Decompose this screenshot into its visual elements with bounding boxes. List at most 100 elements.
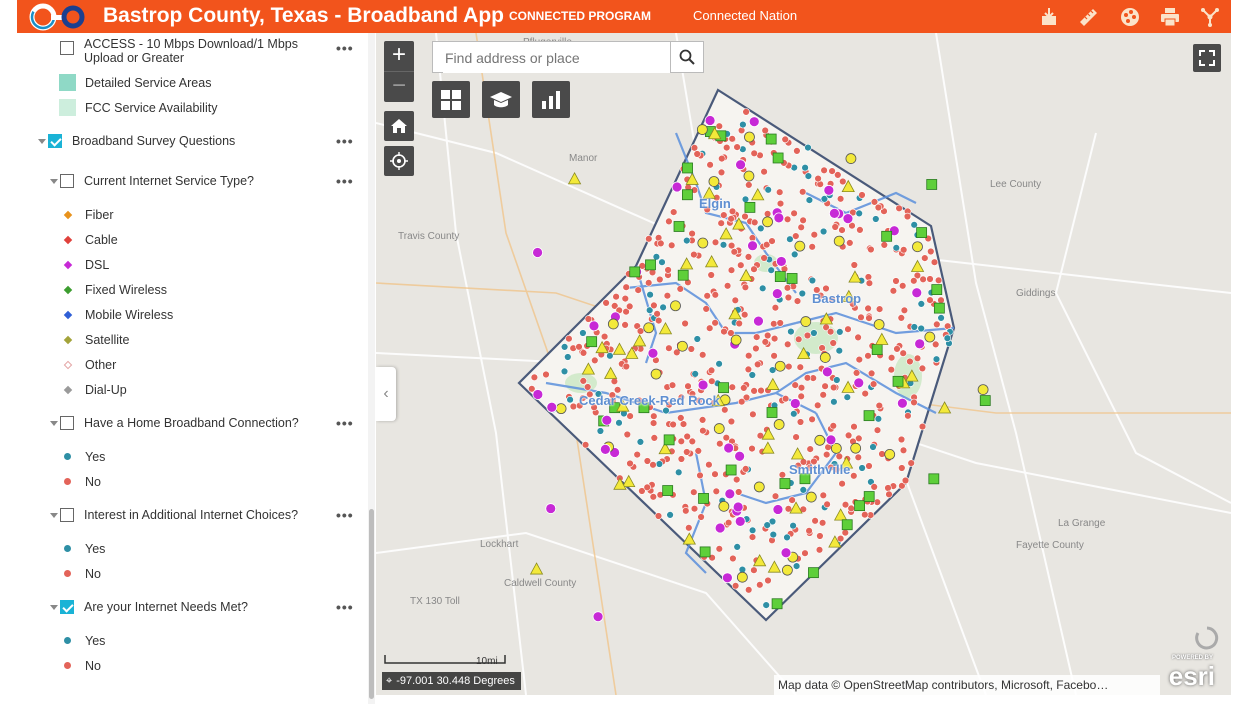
layer-needs-met-more-button[interactable]: ••• <box>336 599 354 615</box>
basemap-gallery-icon[interactable] <box>1114 2 1146 32</box>
city-label: Smithville <box>789 462 851 477</box>
other-point <box>567 172 582 185</box>
layer-needs-met-checkbox[interactable] <box>60 600 74 614</box>
survey-point <box>858 464 866 472</box>
home-button[interactable] <box>384 111 414 141</box>
survey-point <box>657 239 665 248</box>
yes-symbol-icon <box>64 453 71 460</box>
scrollbar-thumb[interactable] <box>369 509 374 699</box>
survey-point <box>652 253 661 261</box>
fixed-wireless-point <box>854 500 865 512</box>
layer-interest-checkbox[interactable] <box>60 508 74 522</box>
zoom-in-button[interactable]: + <box>384 41 414 71</box>
survey-point <box>910 221 918 229</box>
layer-access: ACCESS - 10 Mbps Download/1 Mbps Upload … <box>17 37 374 72</box>
print-icon[interactable] <box>1154 2 1186 32</box>
survey-point <box>752 344 760 353</box>
layer-group-survey-checkbox[interactable] <box>48 134 62 148</box>
fullscreen-button[interactable] <box>1193 44 1221 72</box>
survey-point <box>569 402 578 411</box>
survey-point <box>745 181 753 189</box>
survey-point <box>797 392 805 400</box>
measure-icon[interactable] <box>1072 2 1104 32</box>
search-button[interactable] <box>670 41 704 73</box>
add-data-icon[interactable] <box>1033 2 1065 32</box>
survey-point <box>685 524 693 532</box>
survey-point <box>937 296 945 304</box>
survey-point <box>763 521 771 529</box>
survey-point <box>656 275 664 284</box>
survey-point <box>810 329 818 337</box>
dsl-point <box>601 414 613 426</box>
fixed-wireless-point <box>698 493 709 504</box>
share-icon[interactable] <box>1194 2 1226 32</box>
survey-point <box>683 236 691 245</box>
survey-point <box>767 266 775 274</box>
scale-label: 10mi <box>476 656 498 667</box>
layer-access-more-button[interactable]: ••• <box>336 40 354 56</box>
expand-caret-icon[interactable] <box>50 421 58 426</box>
layer-service-type-more-button[interactable]: ••• <box>336 173 354 189</box>
survey-point <box>564 353 572 361</box>
fiber-symbol-icon <box>63 210 73 220</box>
survey-point <box>610 377 619 385</box>
survey-point <box>748 526 757 534</box>
layer-group-survey-more-button[interactable]: ••• <box>336 133 354 149</box>
survey-point <box>768 237 776 245</box>
layer-home-broadband-more-button[interactable]: ••• <box>336 415 354 431</box>
connected-nation-link[interactable]: Connected Nation <box>693 8 797 23</box>
survey-point <box>706 161 714 169</box>
layer-service-type-checkbox[interactable] <box>60 174 74 188</box>
search-input[interactable] <box>443 43 677 73</box>
survey-point <box>854 333 862 342</box>
satellite-point <box>814 434 826 446</box>
survey-point <box>748 371 756 379</box>
chart-widget-button[interactable] <box>532 81 570 118</box>
satellite-point <box>977 384 989 395</box>
expand-caret-icon[interactable] <box>50 179 58 184</box>
layer-interest-more-button[interactable]: ••• <box>336 507 354 523</box>
education-widget-button[interactable] <box>482 81 520 118</box>
survey-point <box>861 389 869 398</box>
map-view[interactable]: Pflugerville Manor Travis County Lee Cou… <box>376 33 1231 695</box>
connected-program-link[interactable]: CONNECTED PROGRAM <box>509 9 651 23</box>
legend-label: Cable <box>85 233 118 247</box>
survey-point <box>901 476 910 485</box>
fixed-wireless-point <box>926 179 938 190</box>
graduation-cap-icon <box>490 91 512 107</box>
survey-point <box>715 122 723 130</box>
satellite-point <box>833 235 845 247</box>
survey-point <box>711 238 720 247</box>
survey-point <box>702 305 710 313</box>
expand-caret-icon[interactable] <box>50 513 58 518</box>
fixed-wireless-point <box>928 473 940 485</box>
survey-point <box>750 387 758 395</box>
esri-wordmark: esri <box>1168 661 1215 691</box>
fixed-wireless-point <box>841 519 853 531</box>
satellite-point <box>730 334 742 346</box>
collapse-panel-button[interactable]: ‹ <box>376 367 396 421</box>
survey-point <box>677 455 686 463</box>
legend-item: Dial-Up <box>17 382 374 406</box>
layer-access-checkbox[interactable] <box>60 41 74 55</box>
survey-point <box>733 543 741 551</box>
zoom-out-button[interactable]: − <box>384 71 414 102</box>
panel-scrollbar[interactable] <box>368 33 375 704</box>
expand-caret-icon[interactable] <box>38 139 46 144</box>
locate-button[interactable] <box>384 146 414 176</box>
survey-point <box>791 250 799 259</box>
survey-point <box>698 416 707 424</box>
layer-home-broadband-checkbox[interactable] <box>60 416 74 430</box>
no-symbol-icon <box>64 478 71 485</box>
survey-point <box>806 445 814 453</box>
survey-point <box>600 332 609 341</box>
expand-caret-icon[interactable] <box>50 605 58 610</box>
survey-point <box>895 204 903 213</box>
satellite-point <box>555 403 567 415</box>
survey-point <box>900 306 909 314</box>
coordinate-readout[interactable]: ⌖ -97.001 30.448 Degrees <box>382 672 521 690</box>
grid-widget-button[interactable] <box>432 81 470 118</box>
place-label: Lee County <box>990 179 1042 190</box>
survey-point <box>917 324 925 333</box>
survey-point <box>803 374 812 382</box>
